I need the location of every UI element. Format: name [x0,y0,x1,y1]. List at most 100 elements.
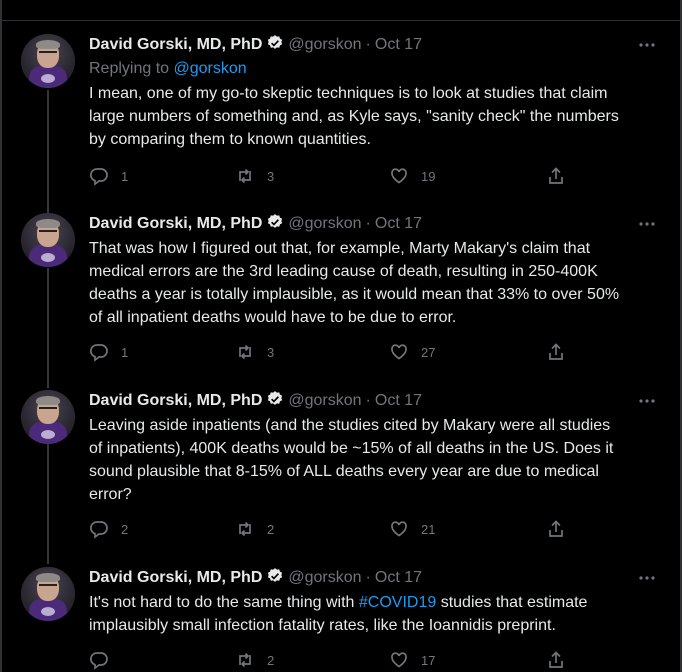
author-name[interactable]: David Gorski, MD, PhD [89,215,262,232]
tweet-text: I mean, one of my go-to skeptic techniqu… [89,82,661,151]
hashtag-link[interactable]: #COVID19 [359,594,436,611]
share-icon [546,519,566,539]
more-dots-icon[interactable] [637,391,657,411]
like-count: 19 [421,168,436,184]
retweet-count: 2 [267,652,275,668]
tweet-date[interactable]: Oct 17 [375,215,422,232]
author-handle[interactable]: @gorskon [288,215,361,232]
share-button[interactable] [546,649,566,671]
reply-bubble-icon [89,166,109,186]
thread-connector-line [47,90,49,218]
reply-count: 2 [121,521,129,537]
share-button[interactable] [546,518,566,540]
thread-connector-line [47,268,49,388]
tweet-header: David Gorski, MD, PhD @gorskon · Oct 17 [89,567,422,589]
separator-dot: · [365,36,371,53]
replying-to-line: Replying to @gorskon [89,58,247,80]
retweet-icon [235,166,255,186]
like-count: 27 [421,344,436,360]
tweet-text: That was how I figured out that, for exa… [89,237,661,329]
verified-badge-icon [266,567,284,592]
tweet-header: David Gorski, MD, PhD @gorskon · Oct 17 [89,34,422,56]
tweet-text-line: medical errors are the 3rd leading cause… [89,263,598,280]
author-name[interactable]: David Gorski, MD, PhD [89,569,262,586]
tweet-text-line: I mean, one of my go-to skeptic techniqu… [89,85,608,102]
more-dots-icon[interactable] [637,214,657,234]
retweet-icon [235,650,255,670]
retweet-button[interactable]: 3 [235,165,274,187]
reply-button[interactable] [89,649,121,671]
tweet-text-line: error? [89,486,132,503]
tweet-text: Leaving aside inpatients (and the studie… [89,414,661,506]
retweet-button[interactable]: 3 [235,341,274,363]
separator-dot: · [365,392,371,409]
reply-button[interactable]: 1 [89,165,128,187]
share-button[interactable] [546,165,566,187]
heart-icon [389,342,409,362]
tweet-text-line: by comparing them to known quantities. [89,131,371,148]
avatar[interactable] [21,34,75,88]
author-name[interactable]: David Gorski, MD, PhD [89,36,262,53]
replying-to-link[interactable]: @gorskon [174,60,247,77]
retweet-count: 3 [267,168,275,184]
tweet-text-line: Leaving aside inpatients (and the studie… [89,417,611,434]
author-handle[interactable]: @gorskon [288,36,361,53]
tweet-text-line: sound plausible that 8-15% of ALL deaths… [89,463,599,480]
avatar[interactable] [21,390,75,444]
separator-dot: · [365,215,371,232]
avatar[interactable] [21,567,75,621]
author-name[interactable]: David Gorski, MD, PhD [89,392,262,409]
heart-icon [389,650,409,670]
reply-bubble-icon [89,650,109,670]
like-count: 17 [421,652,436,668]
share-icon [546,342,566,362]
tweet-date[interactable]: Oct 17 [375,569,422,586]
retweet-count: 3 [267,344,275,360]
tweet-text-line: of inpatients), 400K deaths would be ~15… [89,440,614,457]
like-count: 21 [421,521,436,537]
thread-connector-line [47,444,49,564]
reply-button[interactable]: 1 [89,341,128,363]
tweet-text-line: large numbers of something and, as Kyle … [89,108,619,125]
verified-badge-icon [266,390,284,415]
separator-dot: · [365,569,371,586]
tweet-text-line: That was how I figured out that, for exa… [89,240,591,257]
timeline-left-border [0,0,2,672]
tweet-text-line: implausibly small infection fatality rat… [89,617,556,634]
like-button[interactable]: 21 [389,518,435,540]
like-button[interactable]: 19 [389,165,435,187]
like-button[interactable]: 27 [389,341,435,363]
reply-count: 1 [121,344,129,360]
more-dots-icon[interactable] [637,568,657,588]
verified-badge-icon [266,34,284,59]
reply-bubble-icon [89,342,109,362]
reply-bubble-icon [89,519,109,539]
tweet-header: David Gorski, MD, PhD @gorskon · Oct 17 [89,390,422,412]
tweet-header: David Gorski, MD, PhD @gorskon · Oct 17 [89,213,422,235]
tweet-text: It's not hard to do the same thing with … [89,591,661,637]
top-divider [0,0,682,21]
retweet-icon [235,342,255,362]
heart-icon [389,166,409,186]
tweet-date[interactable]: Oct 17 [375,392,422,409]
retweet-button[interactable]: 2 [235,649,274,671]
like-button[interactable]: 17 [389,649,435,671]
share-icon [546,166,566,186]
author-handle[interactable]: @gorskon [288,569,361,586]
more-dots-icon[interactable] [637,35,657,55]
share-icon [546,650,566,670]
tweet-date[interactable]: Oct 17 [375,36,422,53]
reply-count: 1 [121,168,129,184]
share-button[interactable] [546,341,566,363]
retweet-count: 2 [267,521,275,537]
tweet-text-line: of all inpatient deaths would have to be… [89,309,457,326]
avatar[interactable] [21,213,75,267]
heart-icon [389,519,409,539]
reply-button[interactable]: 2 [89,518,128,540]
tweet-text-segment: It's not hard to do the same thing with [89,594,359,611]
author-handle[interactable]: @gorskon [288,392,361,409]
retweet-button[interactable]: 2 [235,518,274,540]
tweet-text-line: It's not hard to do the same thing with … [89,591,661,614]
replying-to-label: Replying to [89,60,170,77]
retweet-icon [235,519,255,539]
